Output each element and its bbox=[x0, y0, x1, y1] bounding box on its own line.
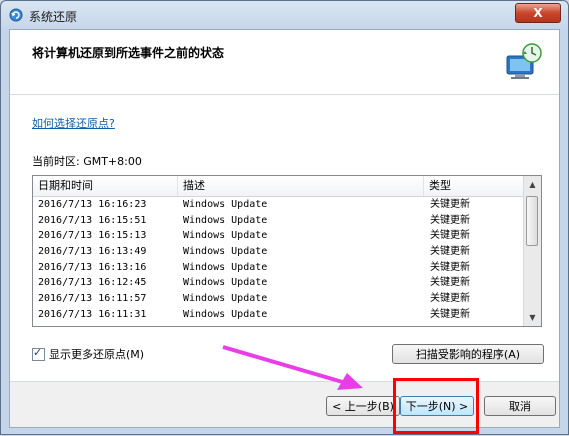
scroll-thumb[interactable] bbox=[526, 196, 538, 246]
cancel-button[interactable]: 取消 bbox=[484, 396, 556, 416]
table-row[interactable]: 2016/7/13 16:13:16 Windows Update 关键更新 bbox=[33, 260, 525, 276]
cell-type: 关键更新 bbox=[430, 230, 470, 242]
table-row[interactable]: 2016/7/13 16:15:13 Windows Update 关键更新 bbox=[33, 228, 525, 244]
cell-description: Windows Update bbox=[183, 261, 268, 273]
vertical-scrollbar[interactable]: ▲ ▼ bbox=[523, 176, 541, 326]
cell-description: Windows Update bbox=[183, 277, 268, 289]
system-restore-icon bbox=[9, 8, 23, 22]
header-band: 将计算机还原到所选事件之前的状态 bbox=[10, 30, 559, 95]
page-title: 将计算机还原到所选事件之前的状态 bbox=[32, 46, 225, 60]
table-row[interactable]: 2016/7/13 16:13:49 Windows Update 关键更新 bbox=[33, 244, 525, 260]
cell-type: 关键更新 bbox=[430, 199, 470, 210]
dialog-body: 将计算机还原到所选事件之前的状态 如何选择还原点? 当前时区: GMT+8:00… bbox=[9, 29, 560, 434]
back-button[interactable]: < 上一步(B) bbox=[326, 396, 400, 416]
cell-datetime: 2016/7/13 16:15:51 bbox=[38, 214, 147, 226]
table-row[interactable]: 2016/7/13 16:11:57 Windows Update 关键更新 bbox=[33, 291, 525, 307]
column-header-description[interactable]: 描述 bbox=[178, 176, 424, 196]
column-header-type[interactable]: 类型 bbox=[424, 176, 525, 196]
cell-type: 关键更新 bbox=[430, 261, 470, 273]
close-button[interactable]: X bbox=[515, 3, 561, 23]
help-link[interactable]: 如何选择还原点? bbox=[32, 115, 115, 131]
cell-type: 关键更新 bbox=[430, 308, 470, 320]
cell-description: Windows Update bbox=[183, 293, 268, 305]
cell-datetime: 2016/7/13 16:11:31 bbox=[38, 308, 147, 320]
cell-description: Windows Update bbox=[183, 199, 268, 210]
cell-datetime: 2016/7/13 16:16:23 bbox=[38, 199, 147, 210]
show-more-checkbox-row[interactable]: 显示更多还原点(M) bbox=[32, 346, 144, 362]
table-row[interactable]: 2016/7/13 16:16:23 Windows Update 关键更新 bbox=[33, 197, 525, 213]
scan-affected-programs-button[interactable]: 扫描受影响的程序(A) bbox=[392, 344, 544, 364]
title-bar[interactable]: 系统还原 X bbox=[1, 1, 568, 29]
cell-description: Windows Update bbox=[183, 246, 268, 258]
table-row[interactable]: 2016/7/13 16:15:51 Windows Update 关键更新 bbox=[33, 213, 525, 229]
table-rows: 2016/7/13 16:16:23 Windows Update 关键更新 2… bbox=[33, 197, 525, 323]
cell-datetime: 2016/7/13 16:12:45 bbox=[38, 277, 147, 289]
window-title: 系统还原 bbox=[29, 10, 78, 24]
cell-datetime: 2016/7/13 16:11:57 bbox=[38, 293, 147, 305]
timezone-label: 当前时区: GMT+8:00 bbox=[32, 155, 142, 168]
table-row[interactable]: 2016/7/13 16:12:45 Windows Update 关键更新 bbox=[33, 275, 525, 291]
column-header-datetime[interactable]: 日期和时间 bbox=[33, 176, 178, 196]
computer-restore-icon bbox=[506, 43, 542, 79]
scroll-up-arrow-icon[interactable]: ▲ bbox=[524, 176, 541, 193]
cell-type: 关键更新 bbox=[430, 293, 470, 305]
scroll-down-arrow-icon[interactable]: ▼ bbox=[524, 309, 541, 326]
cell-datetime: 2016/7/13 16:13:49 bbox=[38, 246, 147, 258]
cell-type: 关键更新 bbox=[430, 214, 470, 226]
cell-description: Windows Update bbox=[183, 214, 268, 226]
cell-description: Windows Update bbox=[183, 308, 268, 320]
restore-points-table: 日期和时间 描述 类型 2016/7/13 16:16:23 Windows U… bbox=[32, 175, 542, 327]
cell-description: Windows Update bbox=[183, 230, 268, 242]
cell-type: 关键更新 bbox=[430, 246, 470, 258]
cell-datetime: 2016/7/13 16:15:13 bbox=[38, 230, 147, 242]
cell-datetime: 2016/7/13 16:13:16 bbox=[38, 261, 147, 273]
system-restore-window: 系统还原 X 将计算机还原到所选事件之前的状态 如何选择还原点? 当前时区: G… bbox=[0, 0, 569, 435]
show-more-checkbox[interactable] bbox=[32, 346, 45, 361]
table-row[interactable]: 2016/7/13 16:11:31 Windows Update 关键更新 bbox=[33, 307, 525, 323]
show-more-label: 显示更多还原点(M) bbox=[49, 348, 145, 361]
content-area: 如何选择还原点? 当前时区: GMT+8:00 日期和时间 描述 类型 2016… bbox=[10, 95, 559, 381]
table-header: 日期和时间 描述 类型 bbox=[33, 176, 525, 197]
next-button-highlight bbox=[393, 378, 479, 434]
cell-type: 关键更新 bbox=[430, 277, 470, 289]
